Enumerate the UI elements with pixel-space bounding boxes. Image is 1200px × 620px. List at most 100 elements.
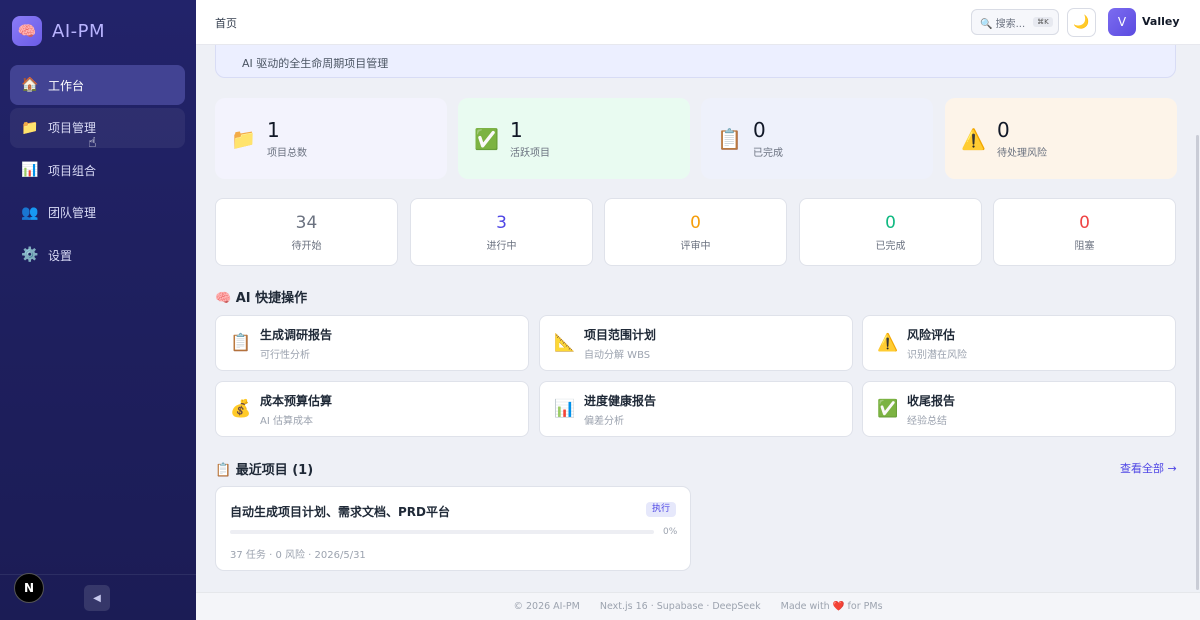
status-count: 0 bbox=[885, 213, 896, 233]
quick-action-subtitle: 可行性分析 bbox=[260, 349, 310, 361]
sidebar-item-label: 项目组合 bbox=[48, 163, 97, 178]
sidebar-item-team[interactable]: 👥 团队管理 bbox=[10, 193, 185, 233]
theme-toggle-button[interactable]: 🌙 bbox=[1067, 8, 1096, 37]
quick-action-title: 进度健康报告 bbox=[584, 393, 657, 408]
stat-label: 待处理风险 bbox=[997, 148, 1047, 159]
quick-action-subtitle: 识别潜在风险 bbox=[907, 349, 967, 361]
recent-projects-title: 📋 最近项目 (1) bbox=[215, 463, 314, 478]
status-card-todo[interactable]: 34 待开始 bbox=[215, 198, 398, 266]
gear-icon: ⚙️ bbox=[21, 247, 39, 263]
footer: © 2026 AI-PM Next.js 16 · Supabase · Dee… bbox=[196, 592, 1200, 620]
footer-made-with: Made with ❤️ for PMs bbox=[780, 601, 883, 612]
users-icon: 👥 bbox=[21, 204, 39, 221]
hero-subtitle: AI 驱动的全生命周期项目管理 bbox=[242, 57, 389, 70]
stat-value: 0 bbox=[753, 118, 766, 142]
quick-action-schedule-health[interactable]: 📊 进度健康报告 偏差分析 bbox=[539, 381, 853, 437]
folder-icon: 📁 bbox=[21, 119, 39, 136]
status-label: 阻塞 bbox=[1074, 241, 1095, 252]
stat-value: 1 bbox=[510, 118, 523, 142]
sidebar-item-label: 团队管理 bbox=[48, 206, 97, 220]
sidebar-item-workbench[interactable]: 🏠 工作台 bbox=[10, 65, 185, 105]
money-bag-icon: 💰 bbox=[230, 399, 252, 419]
main-content: AI 驱动的全生命周期项目管理 📁 1 项目总数 ✅ 1 活跃项目 📋 0 已完… bbox=[196, 45, 1200, 592]
status-card-in-progress[interactable]: 3 进行中 bbox=[410, 198, 593, 266]
status-label: 进行中 bbox=[486, 241, 517, 252]
check-icon: ✅ bbox=[877, 399, 899, 419]
brand[interactable]: 🧠 AI-PM bbox=[12, 16, 105, 46]
check-icon: ✅ bbox=[474, 126, 499, 151]
pointer-cursor-icon: ☝ bbox=[88, 135, 97, 151]
brand-name: AI-PM bbox=[52, 20, 106, 42]
quick-action-scope-plan[interactable]: 📐 项目范围计划 自动分解 WBS bbox=[539, 315, 853, 371]
folder-icon: 📁 bbox=[231, 126, 256, 151]
sidebar-item-projects[interactable]: 📁 项目管理 bbox=[10, 107, 185, 148]
stat-card-total[interactable]: 📁 1 项目总数 bbox=[215, 98, 447, 179]
progress-percent: 0% bbox=[663, 527, 678, 537]
sidebar: 🧠 AI-PM 🏠 工作台 📁 项目管理 📊 项目组合 👥 团队管理 ⚙️ 设置… bbox=[0, 0, 196, 620]
stat-value: 1 bbox=[267, 118, 280, 142]
quick-action-title: 风险评估 bbox=[907, 327, 956, 342]
quick-action-title: 项目范围计划 bbox=[584, 327, 657, 342]
bar-chart-icon: 📊 bbox=[554, 399, 576, 419]
status-badge: 执行 bbox=[646, 502, 677, 517]
stat-value: 0 bbox=[997, 118, 1010, 142]
project-title: 自动生成项目计划、需求文档、PRD平台 bbox=[230, 505, 450, 519]
quick-action-research-report[interactable]: 📋 生成调研报告 可行性分析 bbox=[215, 315, 529, 371]
status-card-blocked[interactable]: 0 阻塞 bbox=[993, 198, 1176, 266]
progress-bar bbox=[230, 530, 654, 534]
status-card-review[interactable]: 0 评审中 bbox=[604, 198, 787, 266]
view-all-link[interactable]: 查看全部 → bbox=[1120, 460, 1177, 476]
status-card-done[interactable]: 0 已完成 bbox=[799, 198, 982, 266]
project-meta: 37 任务 · 0 风险 · 2026/5/31 bbox=[230, 550, 366, 561]
sidebar-item-label: 项目管理 bbox=[48, 121, 97, 135]
clipboard-icon: 📋 bbox=[717, 126, 742, 151]
home-icon: 🏠 bbox=[21, 77, 39, 93]
bar-chart-icon: 📊 bbox=[21, 162, 39, 178]
collapse-sidebar-button[interactable]: ◀ bbox=[84, 585, 110, 611]
nextjs-logo-icon[interactable]: N bbox=[14, 573, 44, 603]
search-button[interactable]: 🔍 搜索... ⌘K bbox=[971, 9, 1059, 35]
quick-action-title: 生成调研报告 bbox=[260, 327, 333, 342]
stat-label: 活跃项目 bbox=[510, 148, 550, 159]
status-label: 已完成 bbox=[875, 241, 906, 252]
sidebar-item-label: 设置 bbox=[48, 248, 73, 263]
sidebar-item-settings[interactable]: ⚙️ 设置 bbox=[10, 235, 185, 275]
sidebar-item-portfolio[interactable]: 📊 项目组合 bbox=[10, 150, 185, 190]
stat-card-active[interactable]: ✅ 1 活跃项目 bbox=[458, 98, 690, 179]
moon-icon: 🌙 bbox=[1073, 15, 1090, 30]
quick-action-subtitle: AI 估算成本 bbox=[260, 415, 313, 427]
user-name[interactable]: Valley bbox=[1142, 15, 1180, 28]
status-count: 34 bbox=[295, 213, 318, 233]
breadcrumb[interactable]: 首页 bbox=[215, 15, 237, 31]
sidebar-footer: N ◀ bbox=[0, 573, 196, 620]
quick-action-title: 收尾报告 bbox=[907, 393, 956, 408]
quick-action-closing-report[interactable]: ✅ 收尾报告 经验总结 bbox=[862, 381, 1176, 437]
footer-copyright: © 2026 AI-PM bbox=[513, 601, 580, 612]
status-count: 0 bbox=[690, 213, 701, 233]
search-shortcut: ⌘K bbox=[1033, 17, 1053, 27]
avatar[interactable]: V bbox=[1108, 8, 1136, 36]
stat-label: 已完成 bbox=[753, 148, 783, 159]
hero-banner: AI 驱动的全生命周期项目管理 bbox=[215, 45, 1176, 78]
status-label: 评审中 bbox=[680, 241, 711, 252]
warning-icon: ⚠️ bbox=[877, 333, 899, 353]
brain-logo-icon: 🧠 bbox=[12, 16, 42, 46]
search-placeholder: 🔍 搜索... bbox=[980, 18, 1026, 30]
quick-actions-title: 🧠 AI 快捷操作 bbox=[215, 291, 308, 306]
sidebar-nav: 🏠 工作台 📁 项目管理 📊 项目组合 👥 团队管理 ⚙️ 设置 bbox=[10, 65, 185, 278]
project-card[interactable]: 自动生成项目计划、需求文档、PRD平台 执行 0% 37 任务 · 0 风险 ·… bbox=[215, 486, 691, 571]
status-label: 待开始 bbox=[291, 241, 322, 252]
quick-action-subtitle: 偏差分析 bbox=[584, 415, 624, 427]
stat-card-risks[interactable]: ⚠️ 0 待处理风险 bbox=[945, 98, 1177, 179]
scrollbar[interactable] bbox=[1196, 135, 1199, 590]
triangle-ruler-icon: 📐 bbox=[554, 333, 576, 353]
quick-action-risk-assessment[interactable]: ⚠️ 风险评估 识别潜在风险 bbox=[862, 315, 1176, 371]
quick-action-subtitle: 自动分解 WBS bbox=[584, 349, 651, 361]
footer-stack: Next.js 16 · Supabase · DeepSeek bbox=[599, 601, 761, 612]
status-count: 3 bbox=[496, 213, 507, 233]
stat-card-completed[interactable]: 📋 0 已完成 bbox=[701, 98, 933, 179]
stat-label: 项目总数 bbox=[267, 148, 307, 159]
clipboard-icon: 📋 bbox=[230, 333, 252, 353]
quick-action-cost-estimate[interactable]: 💰 成本预算估算 AI 估算成本 bbox=[215, 381, 529, 437]
status-count: 0 bbox=[1079, 213, 1090, 233]
